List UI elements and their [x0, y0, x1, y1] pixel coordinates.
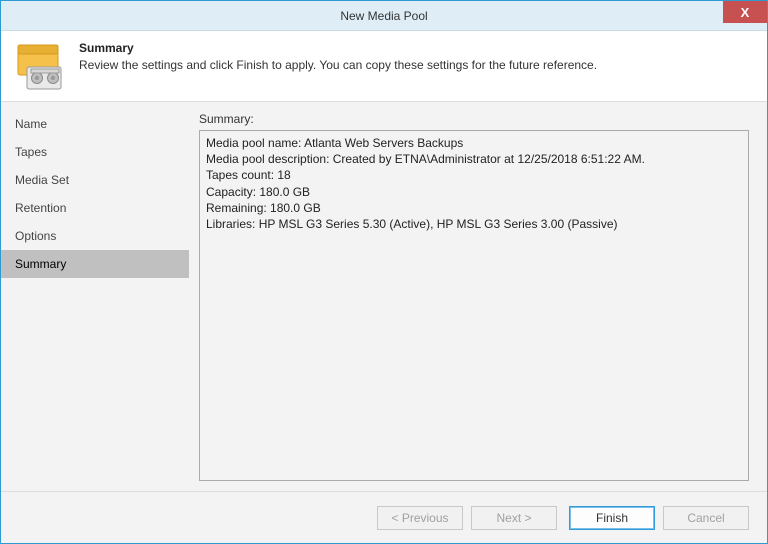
wizard-footer: < Previous Next > Finish Cancel [1, 491, 767, 543]
sidebar-item-summary[interactable]: Summary [1, 250, 189, 278]
previous-button: < Previous [377, 506, 463, 530]
summary-textbox[interactable]: Media pool name: Atlanta Web Servers Bac… [199, 130, 749, 481]
next-button: Next > [471, 506, 557, 530]
header: Summary Review the settings and click Fi… [1, 31, 767, 101]
media-pool-icon [15, 41, 65, 91]
header-text: Summary Review the settings and click Fi… [79, 41, 597, 72]
finish-button[interactable]: Finish [569, 506, 655, 530]
sidebar-item-media-set[interactable]: Media Set [1, 166, 189, 194]
cancel-button: Cancel [663, 506, 749, 530]
close-icon: X [741, 5, 750, 20]
sidebar-item-name[interactable]: Name [1, 110, 189, 138]
sidebar-item-retention[interactable]: Retention [1, 194, 189, 222]
close-button[interactable]: X [723, 1, 767, 23]
window-title: New Media Pool [340, 9, 427, 23]
wizard-sidebar: Name Tapes Media Set Retention Options S… [1, 102, 189, 491]
sidebar-item-options[interactable]: Options [1, 222, 189, 250]
header-title: Summary [79, 41, 597, 55]
dialog-window: New Media Pool X Summary Review the sett… [0, 0, 768, 544]
header-subtitle: Review the settings and click Finish to … [79, 58, 597, 72]
wizard-body: Name Tapes Media Set Retention Options S… [1, 101, 767, 491]
titlebar: New Media Pool X [1, 1, 767, 31]
main-panel: Summary: Media pool name: Atlanta Web Se… [189, 102, 767, 491]
summary-label: Summary: [199, 112, 749, 126]
sidebar-item-tapes[interactable]: Tapes [1, 138, 189, 166]
